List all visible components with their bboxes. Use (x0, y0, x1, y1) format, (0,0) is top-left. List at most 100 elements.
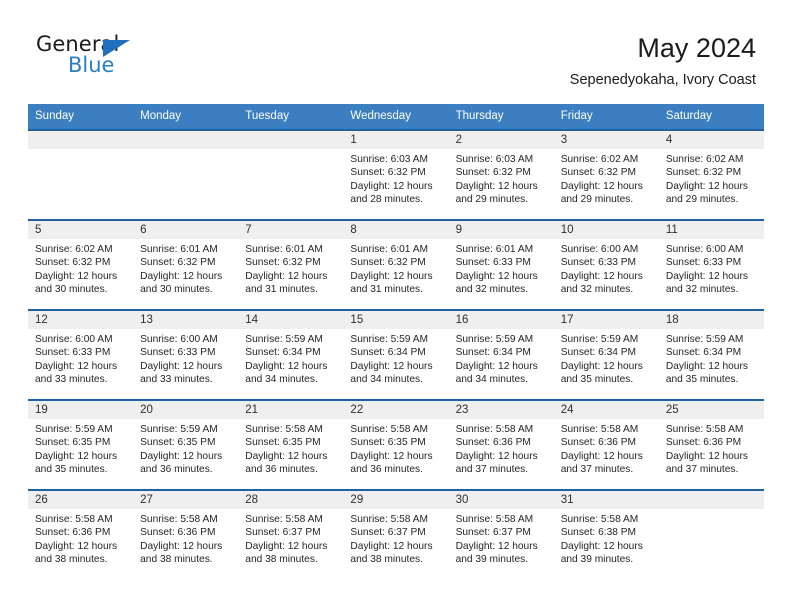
day-cell-25[interactable]: 25 Sunrise: 5:58 AM Sunset: 6:36 PM Dayligh… (658, 401, 764, 489)
day-daylight-text: and 30 minutes. (35, 284, 108, 296)
day-number: 29 (343, 491, 449, 509)
day-number: 16 (448, 311, 554, 329)
day-cell-2[interactable]: 2 Sunrise: 6:03 AM Sunset: 6:32 PM Daylight… (448, 131, 554, 219)
day-details: Sunrise: 5:59 AM Sunset: 6:34 PM Daylight:… (449, 329, 554, 387)
day-sunset-text: Sunset: 6:34 PM (455, 347, 531, 359)
day-daylight-text: and 32 minutes. (665, 284, 739, 296)
day-cell-5[interactable]: 5 Sunrise: 6:02 AM Sunset: 6:32 PM Daylight… (28, 221, 134, 309)
day-sunset-text: Sunset: 6:32 PM (140, 257, 216, 269)
day-cell-23[interactable]: 23 Sunrise: 5:58 AM Sunset: 6:36 PM Dayligh… (448, 401, 554, 489)
day-daylight-text: Daylight: 12 hours (35, 540, 118, 552)
weekday-header-wednesday: Wednesday (350, 110, 411, 122)
day-sunset-text: Sunset: 6:37 PM (350, 527, 426, 539)
calendar-week-row: 12 Sunrise: 6:00 AM Sunset: 6:33 PM Dayligh… (28, 309, 764, 399)
day-details: Sunrise: 6:03 AM Sunset: 6:32 PM Daylight:… (449, 149, 554, 207)
day-number: 17 (553, 311, 659, 329)
day-sunrise-text: Sunrise: 5:58 AM (560, 424, 639, 435)
day-cell-28[interactable]: 28 Sunrise: 5:58 AM Sunset: 6:37 PM Dayligh… (238, 491, 344, 579)
day-cell-6[interactable]: 6 Sunrise: 6:01 AM Sunset: 6:32 PM Daylight… (133, 221, 239, 309)
day-details: Sunrise: 6:03 AM Sunset: 6:32 PM Daylight:… (343, 149, 448, 207)
calendar-week-row: 1 Sunrise: 6:03 AM Sunset: 6:32 PM Daylight… (28, 129, 764, 219)
day-number (238, 131, 344, 149)
day-sunset-text: Sunset: 6:35 PM (350, 437, 426, 449)
day-cell-1[interactable]: 1 Sunrise: 6:03 AM Sunset: 6:32 PM Daylight… (343, 131, 449, 219)
day-cell-4[interactable]: 4 Sunrise: 6:02 AM Sunset: 6:32 PM Daylight… (658, 131, 764, 219)
day-cell-7[interactable]: 7 Sunrise: 6:01 AM Sunset: 6:32 PM Daylight… (238, 221, 344, 309)
day-cell-18[interactable]: 18 Sunrise: 5:59 AM Sunset: 6:34 PM Dayligh… (658, 311, 764, 399)
day-number: 12 (28, 311, 134, 329)
day-sunrise-text: Sunrise: 6:00 AM (140, 334, 218, 345)
day-number: 13 (133, 311, 239, 329)
day-number: 3 (553, 131, 659, 149)
day-sunrise-text: Sunrise: 5:58 AM (665, 424, 744, 435)
day-daylight-text: Daylight: 12 hours (245, 360, 328, 372)
day-daylight-text: Daylight: 12 hours (350, 180, 433, 192)
day-sunset-text: Sunset: 6:35 PM (140, 437, 216, 449)
day-cell-9[interactable]: 9 Sunrise: 6:01 AM Sunset: 6:33 PM Daylight… (448, 221, 554, 309)
day-number: 11 (658, 221, 764, 239)
day-cell-21[interactable]: 21 Sunrise: 5:58 AM Sunset: 6:35 PM Dayligh… (238, 401, 344, 489)
calendar-page: General Blue May 2024 Sepenedyokaha, Ivo… (0, 0, 792, 612)
day-daylight-text: Daylight: 12 hours (560, 180, 643, 192)
day-daylight-text: and 36 minutes. (140, 464, 213, 476)
day-cell-24[interactable]: 24 Sunrise: 5:58 AM Sunset: 6:36 PM Dayligh… (553, 401, 659, 489)
day-sunrise-text: Sunrise: 6:01 AM (140, 244, 218, 255)
day-cell-27[interactable]: 27 Sunrise: 5:58 AM Sunset: 6:36 PM Dayligh… (133, 491, 239, 579)
day-cell-22[interactable]: 22 Sunrise: 5:58 AM Sunset: 6:35 PM Dayligh… (343, 401, 449, 489)
day-cell-16[interactable]: 16 Sunrise: 5:59 AM Sunset: 6:34 PM Dayligh… (448, 311, 554, 399)
day-cell-20[interactable]: 20 Sunrise: 5:59 AM Sunset: 6:35 PM Dayligh… (133, 401, 239, 489)
day-number: 22 (343, 401, 449, 419)
day-sunrise-text: Sunrise: 5:58 AM (350, 514, 429, 525)
day-cell-14[interactable]: 14 Sunrise: 5:59 AM Sunset: 6:34 PM Dayligh… (238, 311, 344, 399)
page-title: May 2024 (637, 33, 756, 63)
day-cell-31[interactable]: 31 Sunrise: 5:58 AM Sunset: 6:38 PM Dayligh… (553, 491, 659, 579)
day-daylight-text: and 35 minutes. (665, 374, 739, 386)
day-daylight-text: Daylight: 12 hours (245, 540, 328, 552)
day-daylight-text: Daylight: 12 hours (350, 270, 433, 282)
day-details: Sunrise: 6:02 AM Sunset: 6:32 PM Daylight:… (28, 239, 133, 297)
day-details: Sunrise: 6:01 AM Sunset: 6:32 PM Daylight:… (238, 239, 343, 297)
day-cell-26[interactable]: 26 Sunrise: 5:58 AM Sunset: 6:36 PM Dayligh… (28, 491, 134, 579)
day-daylight-text: and 32 minutes. (560, 284, 634, 296)
page-subtitle: Sepenedyokaha, Ivory Coast (569, 72, 756, 88)
day-daylight-text: and 38 minutes. (140, 554, 213, 566)
day-cell-13[interactable]: 13 Sunrise: 6:00 AM Sunset: 6:33 PM Dayligh… (133, 311, 239, 399)
day-number: 15 (343, 311, 449, 329)
day-sunrise-text: Sunrise: 5:58 AM (455, 514, 534, 525)
day-details: Sunrise: 5:59 AM Sunset: 6:34 PM Daylight:… (554, 329, 659, 387)
day-cell-30[interactable]: 30 Sunrise: 5:58 AM Sunset: 6:37 PM Dayligh… (448, 491, 554, 579)
weekday-header-row: Sunday Monday Tuesday Wednesday Thursday Frid… (28, 104, 764, 129)
day-details: Sunrise: 5:58 AM Sunset: 6:37 PM Daylight:… (343, 509, 448, 567)
day-cell-19[interactable]: 19 Sunrise: 5:59 AM Sunset: 6:35 PM Dayligh… (28, 401, 134, 489)
day-daylight-text: and 29 minutes. (455, 194, 529, 206)
day-number: 5 (28, 221, 134, 239)
day-cell-17[interactable]: 17 Sunrise: 5:59 AM Sunset: 6:34 PM Dayligh… (553, 311, 659, 399)
day-daylight-text: and 34 minutes. (350, 374, 423, 386)
day-cell-12[interactable]: 12 Sunrise: 6:00 AM Sunset: 6:33 PM Dayligh… (28, 311, 134, 399)
day-cell-11[interactable]: 11 Sunrise: 6:00 AM Sunset: 6:33 PM Dayligh… (658, 221, 764, 309)
day-daylight-text: Daylight: 12 hours (455, 270, 538, 282)
calendar-weeks: 1 Sunrise: 6:03 AM Sunset: 6:32 PM Daylight… (28, 129, 764, 579)
day-sunset-text: Sunset: 6:36 PM (455, 437, 531, 449)
day-sunrise-text: Sunrise: 6:01 AM (350, 244, 429, 255)
day-cell-10[interactable]: 10 Sunrise: 6:00 AM Sunset: 6:33 PM Dayligh… (553, 221, 659, 309)
day-sunrise-text: Sunrise: 5:58 AM (245, 424, 323, 435)
day-daylight-text: Daylight: 12 hours (350, 360, 433, 372)
day-details: Sunrise: 6:00 AM Sunset: 6:33 PM Daylight:… (133, 329, 238, 387)
day-sunset-text: Sunset: 6:33 PM (140, 347, 216, 359)
general-blue-logo[interactable]: General Blue (36, 32, 166, 82)
day-sunset-text: Sunset: 6:32 PM (350, 257, 426, 269)
day-cell-3[interactable]: 3 Sunrise: 6:02 AM Sunset: 6:32 PM Daylight… (553, 131, 659, 219)
day-cell-15[interactable]: 15 Sunrise: 5:59 AM Sunset: 6:34 PM Dayligh… (343, 311, 449, 399)
day-daylight-text: Daylight: 12 hours (350, 450, 433, 462)
day-daylight-text: Daylight: 12 hours (665, 450, 748, 462)
day-number: 23 (448, 401, 554, 419)
day-sunrise-text: Sunrise: 6:00 AM (665, 244, 744, 255)
day-number: 20 (133, 401, 239, 419)
day-cell-8[interactable]: 8 Sunrise: 6:01 AM Sunset: 6:32 PM Daylight… (343, 221, 449, 309)
day-cell-29[interactable]: 29 Sunrise: 5:58 AM Sunset: 6:37 PM Dayligh… (343, 491, 449, 579)
day-sunrise-text: Sunrise: 6:02 AM (665, 154, 744, 165)
day-daylight-text: Daylight: 12 hours (560, 270, 643, 282)
day-daylight-text: and 33 minutes. (140, 374, 213, 386)
day-sunrise-text: Sunrise: 5:59 AM (350, 334, 429, 345)
